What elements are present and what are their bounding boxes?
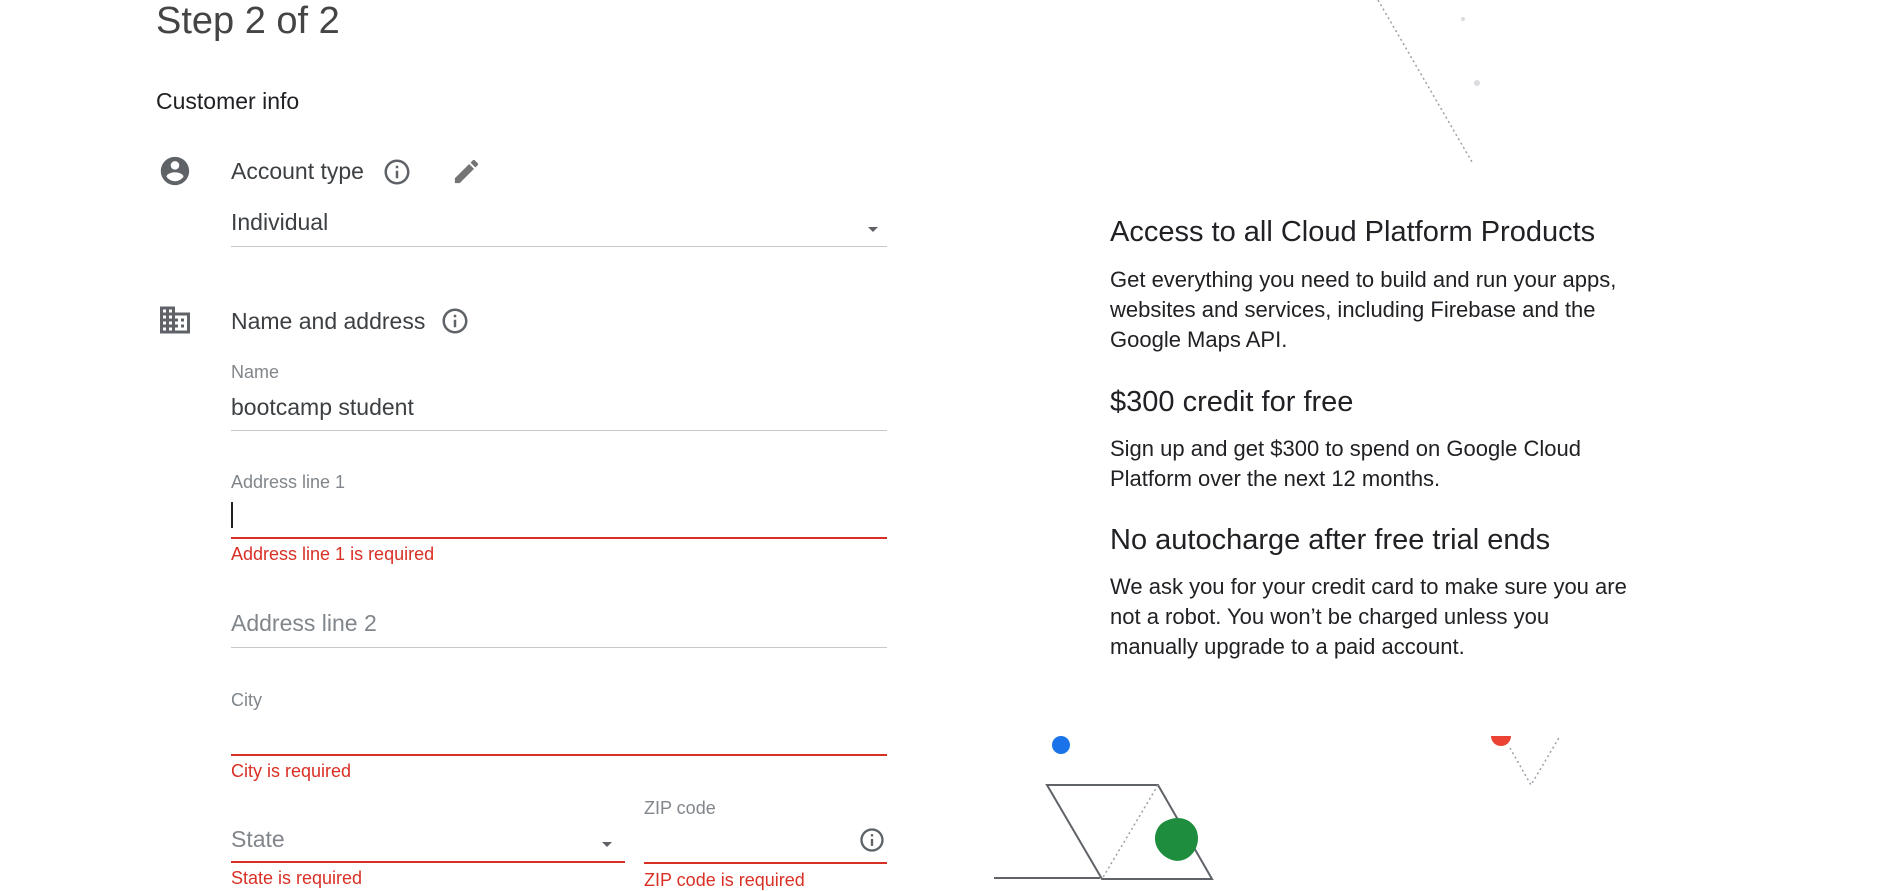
- decorative-illustration: [994, 0, 1561, 880]
